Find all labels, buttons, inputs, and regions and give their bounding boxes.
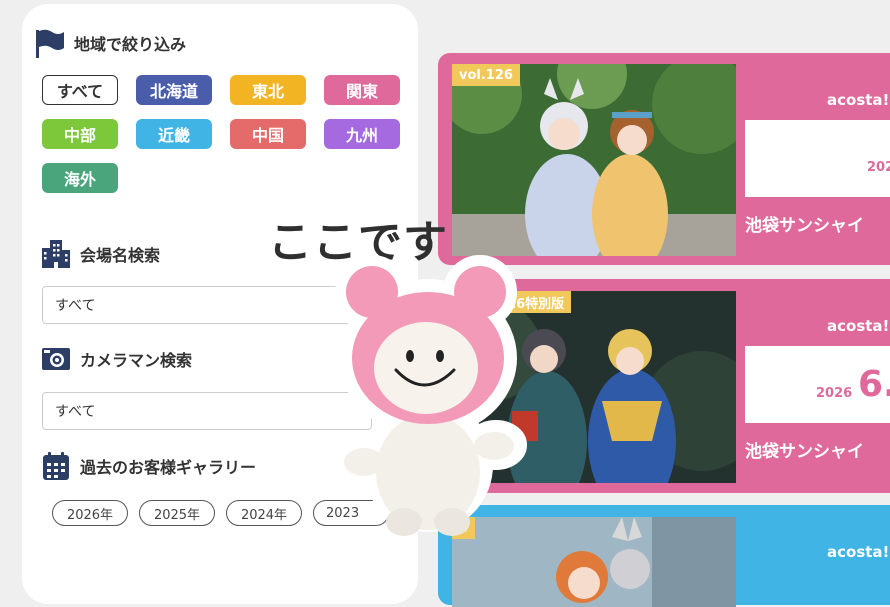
chip-label: 関東 <box>345 82 378 101</box>
chip-label: 中国 <box>251 126 284 145</box>
event-badge: vol.126 <box>452 64 520 86</box>
chip-label: すべて <box>56 82 104 101</box>
chip-label: 東北 <box>251 82 284 101</box>
chip-label: 海外 <box>63 170 96 189</box>
gallery-heading: 過去のお客様ギャラリー <box>40 450 256 482</box>
region-chip-kanto[interactable]: 関東 <box>324 75 400 105</box>
event-photo[interactable] <box>452 64 736 256</box>
region-chip-hokkaido[interactable]: 北海道 <box>136 75 212 105</box>
camera-icon <box>40 344 72 374</box>
camera-search-heading: カメラマン検索 <box>40 344 192 374</box>
year-button-2024[interactable]: 2024年 <box>226 500 302 526</box>
flag-icon <box>32 26 66 60</box>
event-date-day: 6. <box>858 364 890 405</box>
calendar-icon <box>40 450 72 482</box>
chip-label: 北海道 <box>149 82 198 101</box>
region-chip-chubu[interactable]: 中部 <box>42 119 118 149</box>
region-chip-chugoku[interactable]: 中国 <box>230 119 306 149</box>
region-chip-kinki[interactable]: 近畿 <box>136 119 212 149</box>
event-brand: acosta! <box>827 91 890 109</box>
region-chip-tohoku[interactable]: 東北 <box>230 75 306 105</box>
event-venue: 池袋サンシャイ <box>745 216 864 236</box>
year-label: 2024年 <box>240 507 288 523</box>
event-date-year: 2026 <box>867 160 890 175</box>
event-date-box: 2026 <box>745 120 890 197</box>
year-label: 2025年 <box>153 507 201 523</box>
chip-label: 九州 <box>345 126 378 145</box>
venue-select-value: すべて <box>55 298 96 314</box>
event-card[interactable]: vol.126 acosta! 2026 池袋サンシャイ <box>438 53 890 265</box>
camera-select-value: すべて <box>55 404 96 420</box>
event-date-year: 2026 <box>816 386 853 401</box>
event-venue: 池袋サンシャイ <box>745 442 864 462</box>
gallery-title: 過去のお客様ギャラリー <box>80 458 257 477</box>
event-brand: acosta! <box>827 543 890 561</box>
building-icon <box>40 238 72 270</box>
chip-label: 近畿 <box>157 126 190 145</box>
venue-select[interactable]: すべて <box>42 286 372 324</box>
region-chip-kyushu[interactable]: 九州 <box>324 119 400 149</box>
year-button-2026[interactable]: 2026年 <box>52 500 128 526</box>
camera-search-title: カメラマン検索 <box>80 351 193 370</box>
event-date-box: 2026 6. <box>745 346 890 423</box>
year-button-2025[interactable]: 2025年 <box>139 500 215 526</box>
region-chip-overseas[interactable]: 海外 <box>42 163 118 193</box>
event-brand: acosta! <box>827 317 890 335</box>
mascot-plush-image <box>330 250 530 554</box>
camera-select[interactable]: すべて <box>42 392 372 430</box>
chip-label: 中部 <box>63 126 96 145</box>
venue-search-title: 会場名検索 <box>80 246 161 265</box>
venue-search-heading: 会場名検索 <box>40 238 160 270</box>
year-label: 2026年 <box>66 507 114 523</box>
region-filter-heading: 地域で絞り込み <box>32 26 186 60</box>
region-filter-title: 地域で絞り込み <box>74 35 187 54</box>
region-chip-all[interactable]: すべて <box>42 75 118 105</box>
